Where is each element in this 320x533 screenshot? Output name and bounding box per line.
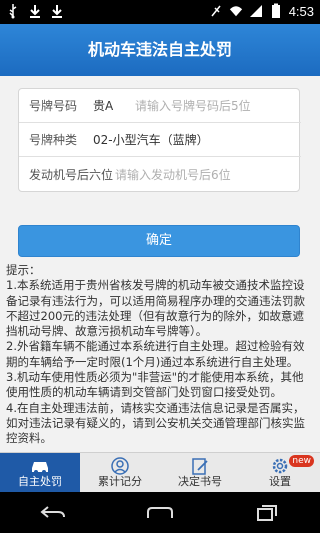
page-title: 机动车违法自主处罚 <box>0 24 320 76</box>
recents-button[interactable] <box>247 498 287 528</box>
engine-number-label: 发动机号后六位 <box>29 167 114 182</box>
cell-signal-icon <box>249 5 262 17</box>
plate-number-input[interactable]: 请输入号牌号码后5位 <box>135 97 251 114</box>
clock: 4:53 <box>288 3 314 19</box>
status-bar: 4:53 <box>0 0 320 24</box>
tips-title: 提示： <box>6 263 41 277</box>
back-icon <box>40 505 66 518</box>
plate-number-label: 号牌号码 <box>29 99 78 113</box>
back-button[interactable] <box>33 498 73 528</box>
plate-type-row[interactable]: 号牌种类 02-小型汽车（蓝牌） <box>19 123 301 157</box>
no-signal-icon <box>211 5 221 17</box>
tab-label: 累计记分 <box>98 475 142 488</box>
query-form: 号牌号码 贵A 请输入号牌号码后5位 号牌种类 02-小型汽车（蓝牌） 发动机号… <box>18 88 301 192</box>
download-icon <box>52 5 62 18</box>
plate-prefix[interactable]: 贵A <box>93 97 135 114</box>
recents-icon <box>256 504 277 521</box>
plate-type-label: 号牌种类 <box>29 133 78 147</box>
tip-line: 2.外省籍车辆不能通过本系统进行自主处理。超过检验有效期的车辆给予一定时限(1个… <box>6 339 305 369</box>
plate-number-row[interactable]: 号牌号码 贵A 请输入号牌号码后5位 <box>19 89 301 123</box>
tab-self-penalty[interactable]: 自主处罚 <box>0 453 80 492</box>
tab-settings[interactable]: new 设置 <box>240 453 320 492</box>
tips-text: 提示： 1.本系统适用于贵州省核发号牌的机动车被交通技术监控设备记录有违法行为，… <box>6 263 314 477</box>
home-icon <box>146 506 173 518</box>
tab-points[interactable]: 累计记分 <box>80 453 160 492</box>
tip-line: 1.本系统适用于贵州省核发号牌的机动车被交通技术监控设备记录有违法行为，可以适用… <box>6 278 305 339</box>
bottom-tab-bar: 自主处罚 累计记分 决定书号 new 设置 <box>0 452 320 492</box>
tip-line: 4.在自主处理违法前，请核实交通违法信息记录是否属实，如对违法记录有疑义的，请到… <box>6 400 305 446</box>
usb-icon <box>9 4 17 19</box>
home-button[interactable] <box>140 498 180 528</box>
engine-number-row[interactable]: 发动机号后六位 请输入发动机号后6位 <box>19 157 301 191</box>
battery-icon <box>271 3 280 18</box>
tab-label: 决定书号 <box>178 475 222 488</box>
download-icon <box>30 5 40 18</box>
tab-decision-number[interactable]: 决定书号 <box>160 453 240 492</box>
engine-number-input[interactable]: 请输入发动机号后6位 <box>115 166 231 183</box>
confirm-button[interactable]: 确定 <box>18 225 300 257</box>
tab-label: 自主处罚 <box>18 475 62 488</box>
new-badge: new <box>289 455 314 467</box>
system-nav-bar <box>0 492 320 533</box>
wifi-icon <box>229 6 242 17</box>
tip-line: 3.机动车使用性质必须为"非营运"的才能使用本系统，其他使用性质的机动车辆请到交… <box>6 370 304 400</box>
plate-type-select[interactable]: 02-小型汽车（蓝牌） <box>93 131 209 148</box>
tab-label: 设置 <box>269 475 291 488</box>
